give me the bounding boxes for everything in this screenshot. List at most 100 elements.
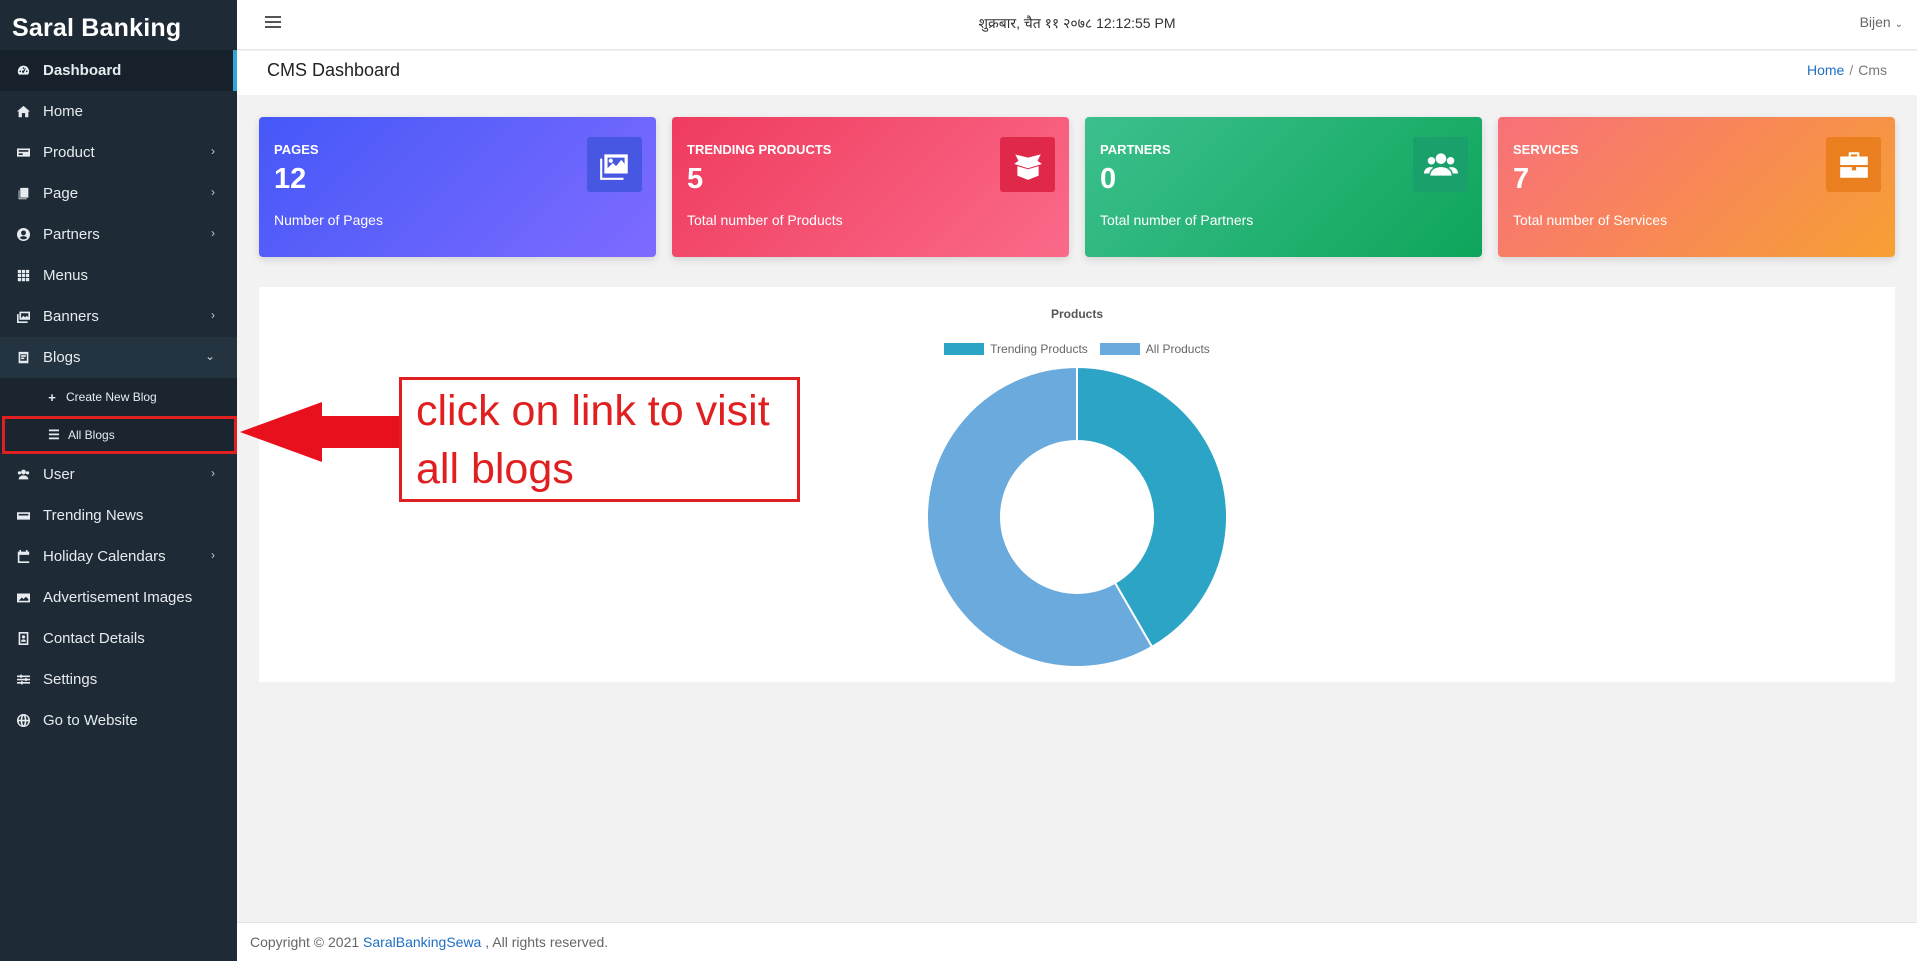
legend-item-all-products[interactable]: All Products <box>1099 342 1210 356</box>
contact-icon <box>16 631 31 646</box>
sidebar-item-go-to-website[interactable]: Go to Website <box>0 700 237 741</box>
sidebar-item-contact-details[interactable]: Contact Details <box>0 618 237 659</box>
sidebar-item-label: Partners <box>43 226 100 243</box>
legend-swatch <box>1099 343 1140 355</box>
chevron-right-icon: › <box>211 144 215 158</box>
user-name: Bijen <box>1859 14 1891 30</box>
footer-rights: , All rights reserved. <box>481 934 609 950</box>
blogs-submenu: + Create New Blog ☰ All Blogs <box>0 378 237 454</box>
partners-icon <box>16 227 31 242</box>
stat-card-services[interactable]: SERVICES 7 Total number of Services <box>1498 117 1895 257</box>
annotation-line-1: click on link to visit <box>416 387 770 435</box>
brand-logo[interactable]: Saral Banking <box>0 0 237 50</box>
sidebar-item-menus[interactable]: Menus <box>0 255 237 296</box>
sidebar-item-dashboard[interactable]: Dashboard <box>0 50 237 91</box>
legend-swatch <box>944 343 985 355</box>
annotation-arrow <box>240 402 402 462</box>
sidebar-item-blogs[interactable]: Blogs ⌄ <box>0 337 237 378</box>
sidebar-item-user[interactable]: User › <box>0 454 237 495</box>
footer: Copyright © 2021 SaralBankingSewa , All … <box>237 922 1917 961</box>
chevron-down-icon: ⌄ <box>204 349 215 363</box>
sidebar-item-page[interactable]: Page › <box>0 173 237 214</box>
home-icon <box>16 104 31 119</box>
images-icon <box>587 137 642 192</box>
briefcase-icon <box>1826 137 1881 192</box>
legend-item-trending-products[interactable]: Trending Products <box>944 342 1088 356</box>
breadcrumb: Home / Cms <box>1807 62 1887 78</box>
list-icon: ☰ <box>48 427 60 442</box>
sidebar-item-label: Blogs <box>43 349 81 366</box>
stat-card-partners[interactable]: PARTNERS 0 Total number of Partners <box>1085 117 1482 257</box>
sidebar-item-advertisement-images[interactable]: Advertisement Images <box>0 577 237 618</box>
submenu-all-blogs[interactable]: ☰ All Blogs <box>2 416 237 454</box>
annotation-text: click on link to visit all blogs <box>416 382 770 498</box>
banners-icon <box>16 309 31 324</box>
sidebar-item-label: User <box>43 466 75 483</box>
donut-chart <box>926 365 1228 668</box>
chevron-right-icon: › <box>211 185 215 199</box>
sidebar-item-home[interactable]: Home <box>0 91 237 132</box>
sidebar-item-label: Banners <box>43 308 99 325</box>
annotation-callout: click on link to visit all blogs <box>399 377 800 502</box>
page-icon <box>16 186 31 201</box>
footer-company-link[interactable]: SaralBankingSewa <box>363 934 481 950</box>
card-description: Total number of Partners <box>1100 212 1254 228</box>
sidebar-item-settings[interactable]: Settings <box>0 659 237 700</box>
top-navbar: शुक्रबार, चैत ११ २०७८ 12:12:55 PM Bijen … <box>237 0 1917 50</box>
annotation-line-2: all blogs <box>416 445 574 493</box>
sidebar-item-label: Holiday Calendars <box>43 548 166 565</box>
menus-icon <box>16 268 31 283</box>
sidebar-item-label: Advertisement Images <box>43 589 193 606</box>
sidebar-item-label: Settings <box>43 671 98 688</box>
legend-label: All Products <box>1145 342 1210 356</box>
user-menu[interactable]: Bijen ⌄ <box>1860 14 1903 30</box>
chevron-right-icon: › <box>211 466 215 480</box>
chevron-down-icon: ⌄ <box>1894 19 1903 30</box>
chevron-right-icon: › <box>211 226 215 240</box>
card-label: TRENDING PRODUCTS <box>687 142 832 157</box>
card-label: SERVICES <box>1513 142 1579 157</box>
sidebar-item-label: Menus <box>43 267 89 284</box>
card-label: PARTNERS <box>1100 142 1171 157</box>
calendar-icon <box>16 549 31 564</box>
card-label: PAGES <box>274 142 319 157</box>
chart-legend: Trending Products All Products <box>259 342 1895 356</box>
sidebar-item-label: Dashboard <box>43 62 122 79</box>
submenu-create-new-blog[interactable]: + Create New Blog <box>0 378 237 416</box>
stat-card-trending-products[interactable]: TRENDING PRODUCTS 5 Total number of Prod… <box>672 117 1069 257</box>
card-description: Total number of Products <box>687 212 843 228</box>
footer-copyright: Copyright © 2021 <box>250 934 364 950</box>
submenu-label: All Blogs <box>68 428 115 442</box>
breadcrumb-current: Cms <box>1858 62 1887 78</box>
plus-icon: + <box>48 389 56 405</box>
chevron-right-icon: › <box>211 548 215 562</box>
sidebar-item-label: Home <box>43 103 84 120</box>
globe-icon <box>16 713 31 728</box>
date-time-display: शुक्रबार, चैत ११ २०७८ 12:12:55 PM <box>978 15 1176 31</box>
card-description: Total number of Services <box>1513 212 1668 228</box>
legend-label: Trending Products <box>990 342 1088 356</box>
product-icon <box>16 145 31 160</box>
sidebar-item-banners[interactable]: Banners › <box>0 296 237 337</box>
card-value: 7 <box>1513 163 1530 195</box>
news-icon <box>16 508 31 523</box>
submenu-label: Create New Blog <box>66 390 157 404</box>
sidebar-item-holiday-calendars[interactable]: Holiday Calendars › <box>0 536 237 577</box>
blogs-icon <box>16 350 31 365</box>
card-description: Number of Pages <box>274 212 383 228</box>
stat-card-pages[interactable]: PAGES 12 Number of Pages <box>259 117 656 257</box>
sidebar: Saral Banking Dashboard Home Product › P… <box>0 0 237 961</box>
settings-icon <box>16 672 31 687</box>
sidebar-item-product[interactable]: Product › <box>0 132 237 173</box>
sidebar-item-partners[interactable]: Partners › <box>0 214 237 255</box>
chevron-right-icon: › <box>211 308 215 322</box>
box-open-icon <box>1000 137 1055 192</box>
sidebar-item-label: Product <box>43 144 95 161</box>
breadcrumb-home-link[interactable]: Home <box>1807 62 1844 78</box>
sidebar-item-label: Trending News <box>43 507 144 524</box>
user-icon <box>16 467 31 482</box>
card-value: 5 <box>687 163 704 195</box>
sidebar-item-trending-news[interactable]: Trending News <box>0 495 237 536</box>
breadcrumb-separator: / <box>1849 62 1854 78</box>
page-header: CMS Dashboard Home / Cms <box>237 51 1917 95</box>
